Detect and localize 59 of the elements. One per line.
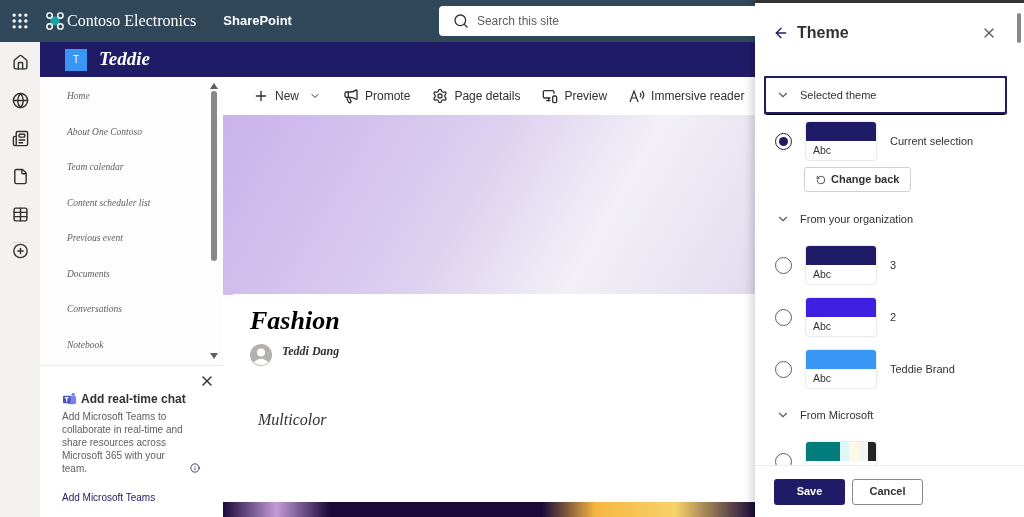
create-icon[interactable]: [11, 242, 29, 259]
toolbar-button[interactable]: New: [253, 87, 321, 105]
site-title[interactable]: Teddie: [99, 45, 150, 74]
nav-link[interactable]: Previous event: [67, 229, 209, 247]
logo-icon: [46, 12, 64, 30]
theme-swatch[interactable]: Abc: [806, 350, 876, 388]
nav-link[interactable]: About One Contoso: [67, 122, 209, 141]
reader-icon: [629, 88, 646, 104]
teams-link[interactable]: Add Microsoft Teams: [62, 490, 201, 505]
nav-link[interactable]: Conversations: [67, 300, 209, 318]
theme-name: 2: [890, 309, 897, 325]
home-icon[interactable]: [11, 54, 29, 71]
panel-title: Theme: [797, 23, 850, 43]
teams-icon: [62, 391, 77, 407]
theme-name: 3: [890, 257, 897, 273]
toolbar-button[interactable]: Preview: [542, 87, 608, 105]
nav-link[interactable]: Home: [67, 87, 209, 105]
nav-link[interactable]: Documents: [67, 264, 209, 283]
avatar-icon: [250, 344, 272, 366]
theme-swatch[interactable]: Abc: [806, 246, 876, 284]
save-button[interactable]: Save: [774, 478, 845, 505]
cancel-button[interactable]: Cancel: [852, 478, 923, 505]
list-icon[interactable]: [11, 206, 29, 223]
nav-link[interactable]: Notebook: [67, 335, 209, 354]
card-description: Add Microsoft Teams to collaborate in real-time and share resources across Microsoft 365 with your team.: [62, 410, 184, 475]
undo-icon: [816, 174, 826, 185]
back-icon[interactable]: [773, 25, 789, 41]
file-icon[interactable]: [11, 168, 29, 185]
plus-icon: [253, 88, 269, 104]
news-icon[interactable]: [11, 130, 29, 147]
theme-swatch[interactable]: Abc: [806, 298, 876, 336]
megaphone-icon: [343, 88, 359, 104]
devices-icon: [542, 88, 559, 104]
theme-name: Current selection: [890, 133, 974, 149]
toolbar-button[interactable]: Promote: [343, 87, 411, 105]
nav-link[interactable]: Content scheduler list: [67, 193, 209, 212]
search-field[interactable]: Search this site: [438, 6, 755, 36]
scroll-up-icon[interactable]: [210, 83, 218, 89]
toolbar-button[interactable]: Page details: [432, 87, 521, 105]
change-back-button[interactable]: Change back: [804, 167, 912, 192]
app-launcher-icon[interactable]: [10, 11, 30, 31]
author-name[interactable]: Teddi Dang: [282, 342, 340, 360]
info-icon[interactable]: [190, 463, 200, 473]
toolbar-button[interactable]: Immersive reader: [629, 87, 745, 105]
theme-swatch[interactable]: Abc: [806, 122, 876, 160]
org-name[interactable]: Contoso Electronics: [67, 9, 197, 33]
section-header[interactable]: Selected theme: [764, 76, 1007, 114]
body-text: Multicolor: [258, 410, 327, 430]
theme-name: Teddie Brand: [890, 361, 955, 377]
scroll-down-icon[interactable]: [210, 353, 218, 359]
nav-link[interactable]: Team calendar: [67, 158, 209, 176]
section-header[interactable]: From Microsoft: [764, 396, 1007, 434]
settings-icon: [432, 88, 449, 104]
globe-icon[interactable]: [11, 92, 29, 109]
section-header[interactable]: From your organization: [764, 200, 1007, 238]
card-title: Add real-time chat: [81, 391, 186, 408]
search-icon: [452, 13, 469, 29]
app-name[interactable]: SharePoint: [223, 11, 292, 31]
page-title: Fashion: [250, 305, 341, 337]
